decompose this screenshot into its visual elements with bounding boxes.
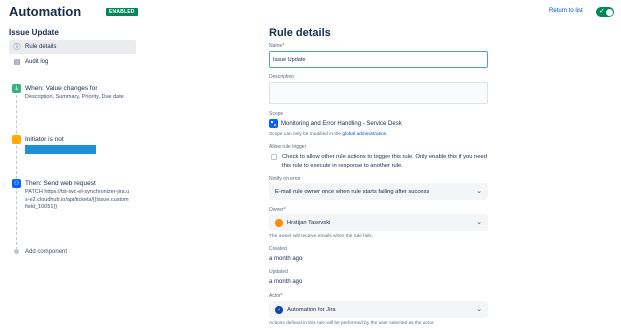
description-label: Description [269, 74, 295, 80]
name-field[interactable]: Issue Update [269, 51, 488, 68]
component-title: Then: Send web request [25, 180, 96, 187]
allow-trigger-label: Allow rule trigger [269, 144, 307, 150]
owner-select[interactable]: Hrstijan Tasevski ⌄ [269, 214, 488, 231]
required-marker: * [280, 293, 283, 299]
chevron-down-icon: ⌄ [476, 188, 482, 195]
app-title: Automation [9, 4, 82, 19]
chevron-down-icon: ⌄ [476, 306, 482, 313]
notify-label: Notify on error [269, 176, 301, 182]
timeline-connector [16, 90, 17, 250]
sidebar-item-audit-log[interactable]: ▤ Audit log [9, 55, 136, 69]
updated-value: a month ago [269, 279, 303, 285]
actor-label: Actor* [269, 293, 283, 299]
description-field[interactable] [269, 82, 488, 104]
document-icon: ▤ [13, 59, 21, 66]
notify-value: E-mail rule owner once when rule starts … [275, 188, 430, 195]
chevron-down-icon: ⌄ [476, 219, 482, 226]
name-label-text: Name [269, 43, 283, 49]
allow-trigger-checkbox[interactable] [271, 154, 277, 160]
status-badge: ENABLED [106, 8, 138, 16]
global-administration-link[interactable]: global administration [342, 132, 386, 137]
notify-on-error-select[interactable]: E-mail rule owner once when rule starts … [269, 183, 488, 200]
required-marker: * [283, 207, 286, 213]
sidebar-item-rule-details[interactable]: ⓘ Rule details [9, 40, 136, 54]
scope-note: Scope can only be modified in the global… [269, 132, 388, 137]
redacted-value [25, 145, 96, 154]
toggle-knob [605, 8, 613, 16]
trigger-icon: ⇣ [12, 84, 21, 93]
updated-label: Updated [269, 269, 288, 275]
condition-icon [12, 135, 21, 144]
scope-text: Monitoring and Error Handling - Service … [281, 120, 402, 127]
scope-value: Monitoring and Error Handling - Service … [269, 119, 402, 128]
component-title: When: Value changes for [25, 85, 98, 92]
scope-note-text: Scope can only be modified in the [269, 132, 343, 137]
scope-label: Scope [269, 111, 284, 117]
service-desk-icon [269, 119, 278, 128]
rule-enabled-toggle[interactable]: ✓ [596, 7, 614, 17]
component-description: PATCH https://tst-iwc-el-synchronizer-ji… [25, 189, 130, 210]
info-icon: ⓘ [13, 44, 21, 51]
owner-label-text: Owner [269, 207, 284, 213]
component-title: Initiator is not [25, 136, 64, 143]
actor-value: Automation for Jira [287, 306, 336, 313]
actor-label-text: Actor [269, 293, 281, 299]
automation-icon: ⚡ [275, 305, 283, 314]
avatar [275, 218, 283, 227]
rule-name: Issue Update [9, 28, 59, 37]
actor-note: Actions defined in this rule will be per… [269, 321, 435, 326]
component-description: Description, Summary, Priority, Due date [25, 94, 124, 100]
check-icon: ✓ [599, 8, 605, 15]
allow-trigger-text: Check to allow other rule actions to tri… [282, 154, 487, 169]
created-value: a month ago [269, 256, 303, 262]
page-title: Rule details [269, 27, 331, 39]
owner-note: The owner will receive emails when the r… [269, 234, 373, 239]
owner-label: Owner* [269, 207, 286, 213]
add-component-link[interactable]: Add component [25, 249, 67, 255]
created-label: Created [269, 246, 287, 252]
name-label: Name* [269, 43, 284, 49]
sidebar-item-label: Rule details [25, 44, 57, 50]
actor-select[interactable]: ⚡ Automation for Jira ⌄ [269, 301, 488, 318]
owner-value: Hrstijan Tasevski [287, 219, 331, 226]
required-marker: * [282, 43, 285, 49]
add-component-dot [14, 249, 19, 254]
return-to-list-link[interactable]: Return to list [549, 8, 583, 14]
action-icon: ⚇ [12, 179, 21, 188]
scope-note-suffix: . [386, 132, 388, 137]
sidebar-item-label: Audit log [25, 59, 49, 65]
